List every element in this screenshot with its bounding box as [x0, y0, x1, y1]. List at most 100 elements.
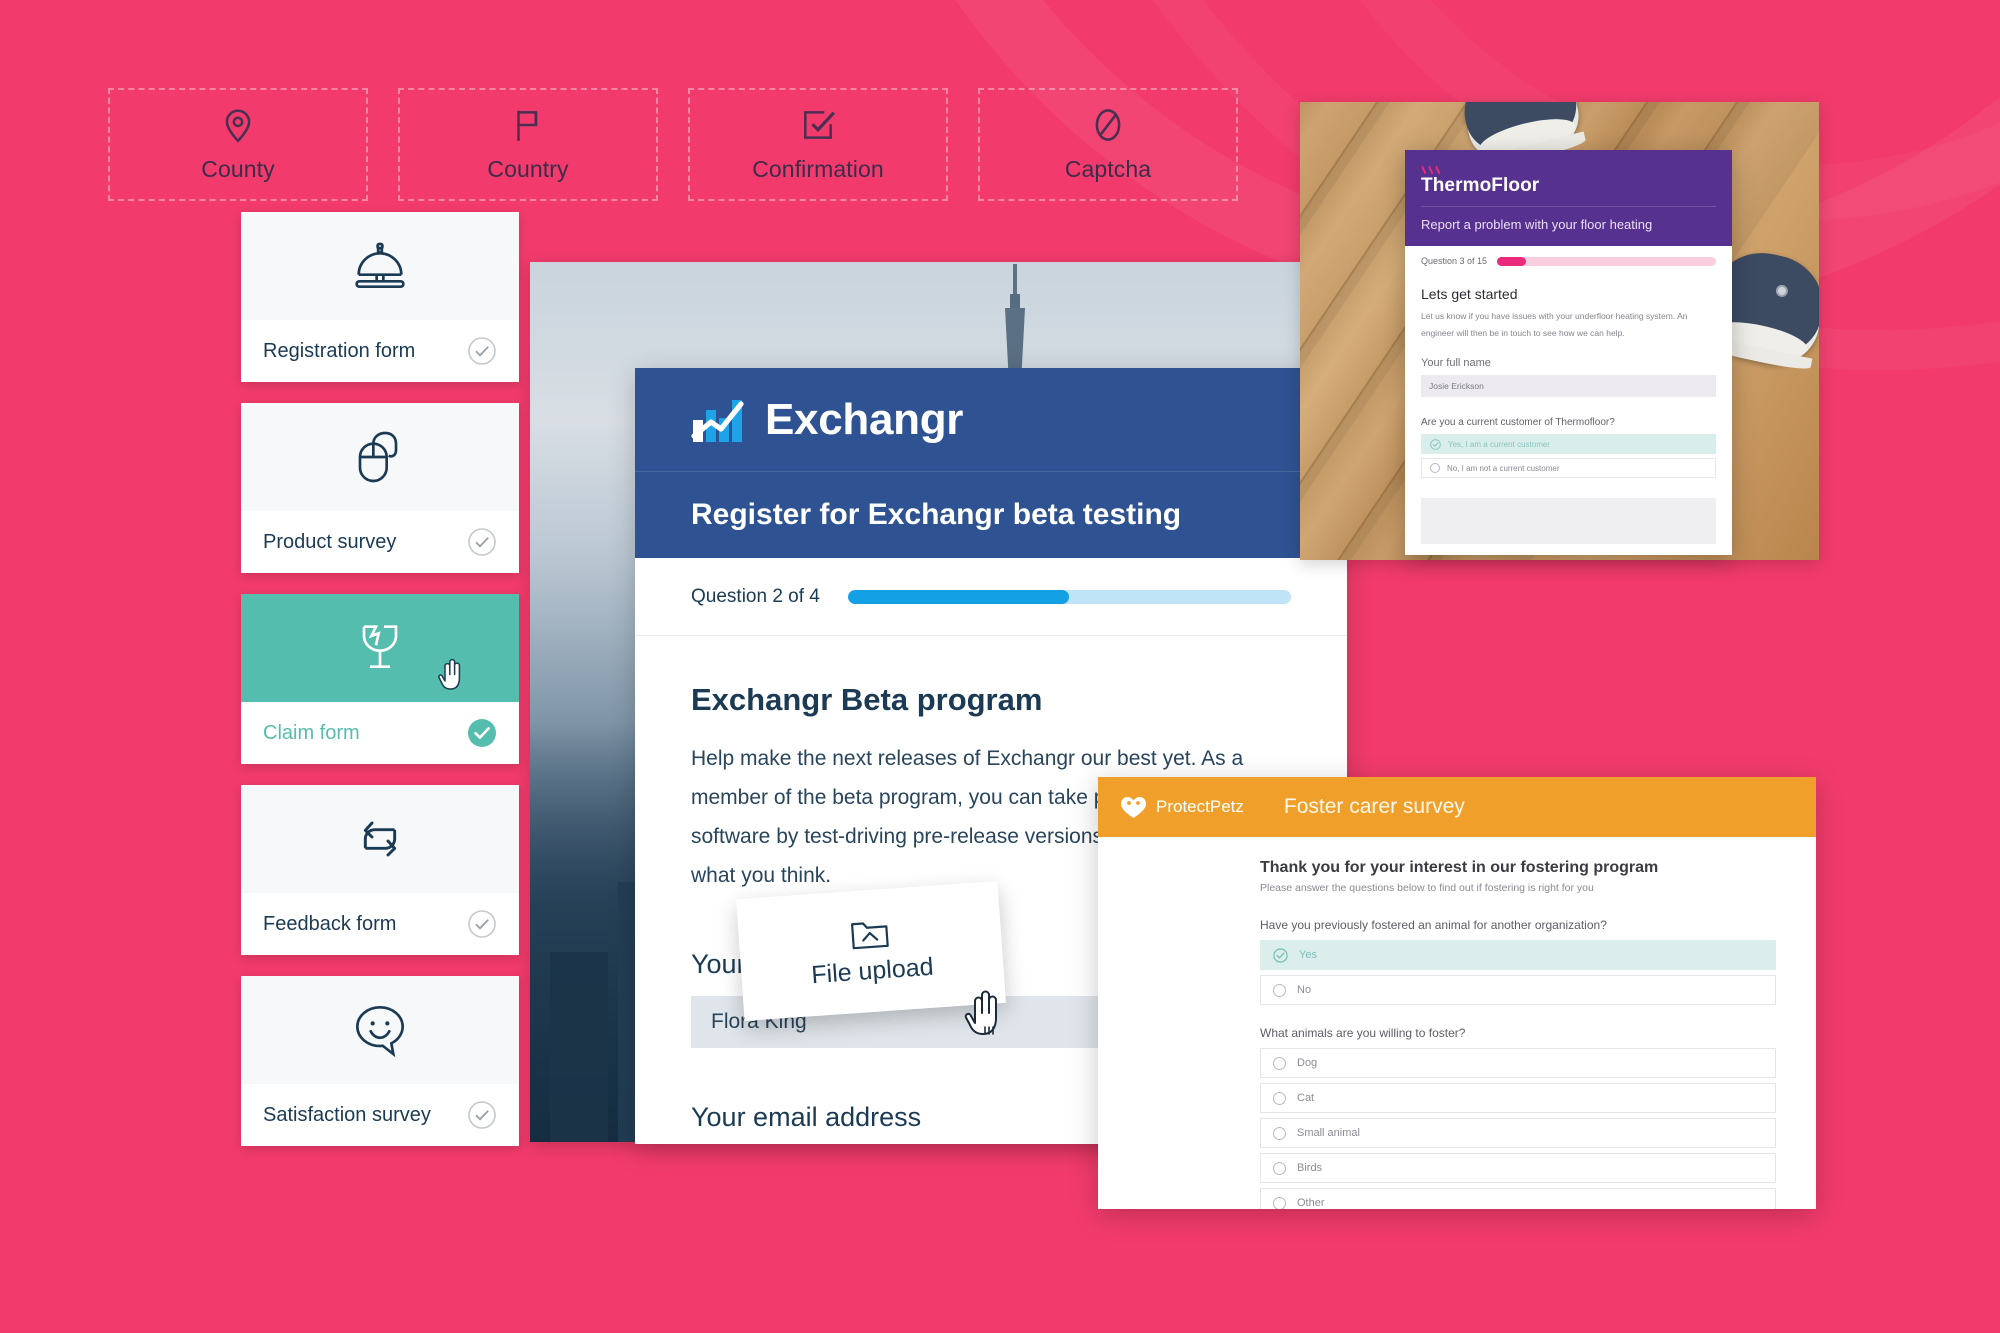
thermofloor-progress-row: Question 3 of 15: [1405, 246, 1732, 276]
exchangr-progress-row: Question 2 of 4: [635, 558, 1347, 636]
form-card-label: Registration form: [263, 339, 416, 362]
protectpetz-subheading: Please answer the questions below to fin…: [1260, 882, 1594, 894]
folder-upload-icon: [850, 921, 889, 949]
check-circle-outline-icon[interactable]: [467, 909, 497, 939]
field-tile-label: Confirmation: [752, 156, 884, 182]
flag-icon: [509, 106, 547, 144]
exchangr-subtitle: Register for Exchangr beta testing: [691, 498, 1182, 531]
thermofloor-subtitle: Report a problem with your floor heating: [1421, 206, 1716, 232]
exchangr-header: Exchangr Register for Exchangr beta test…: [635, 368, 1347, 558]
radio-unselected-icon: [1273, 983, 1286, 997]
radio-selected-icon: [1273, 947, 1288, 963]
check-circle-outline-icon[interactable]: [467, 1100, 497, 1130]
card-footer: Satisfaction survey: [241, 1084, 519, 1146]
exchangr-progress-bar: [847, 589, 1291, 604]
exchangr-brand-row: Exchangr: [635, 368, 1347, 472]
bar-chart-trend-icon: [691, 399, 744, 442]
checkbox-checked-icon: [799, 106, 837, 144]
smiley-chat-icon: [355, 1005, 405, 1058]
thermofloor-name-input[interactable]: Josie Erickson: [1421, 375, 1716, 398]
thermofloor-heading: Lets get started: [1421, 286, 1518, 302]
thermofloor-option-yes[interactable]: Yes, I am a current customer: [1421, 434, 1716, 455]
protectpetz-question-1: Have you previously fostered an animal f…: [1260, 918, 1607, 932]
card-artwork: [241, 212, 519, 320]
radio-unselected-icon: [1273, 1196, 1286, 1209]
radio-unselected-icon: [1273, 1091, 1286, 1105]
card-footer: Product survey: [241, 511, 519, 573]
protectpetz-logo: ProtectPetz: [1120, 795, 1244, 819]
form-card-claim-form[interactable]: Claim form: [241, 594, 519, 764]
form-card-label: Claim form: [263, 721, 360, 744]
card-artwork: [241, 785, 519, 893]
protectpetz-body: Thank you for your interest in our foste…: [1098, 837, 1816, 1209]
check-circle-outline-icon[interactable]: [467, 336, 497, 366]
computer-mouse-icon: [358, 431, 398, 483]
no-entry-circle-icon: [1089, 106, 1127, 144]
pointing-hand-cursor: [964, 990, 997, 1035]
protectpetz-q2-option-dog[interactable]: Dog: [1260, 1048, 1776, 1078]
card-footer: Registration form: [241, 320, 519, 382]
file-upload-label: File upload: [810, 952, 935, 989]
thermofloor-brand-name: ThermoFloor: [1421, 175, 1540, 196]
field-type-tiles: County Country Confirmation Captcha: [108, 88, 1238, 201]
protectpetz-option-label: Birds: [1297, 1162, 1323, 1174]
field-tile-county[interactable]: County: [108, 88, 368, 201]
exchangr-brand-name: Exchangr: [765, 394, 964, 444]
form-card-product-survey[interactable]: Product survey: [241, 403, 519, 573]
radio-selected-icon: [1430, 438, 1441, 450]
protectpetz-q2-option-other[interactable]: Other: [1260, 1188, 1776, 1209]
form-card-feedback-form[interactable]: Feedback form: [241, 785, 519, 955]
protectpetz-question-2: What animals are you willing to foster?: [1260, 1026, 1466, 1040]
field-tile-country[interactable]: Country: [398, 88, 658, 201]
protectpetz-header: ProtectPetz Foster carer survey: [1098, 777, 1816, 837]
pointing-hand-cursor: [438, 658, 461, 690]
check-circle-filled-icon[interactable]: [467, 718, 497, 748]
card-footer: Claim form: [241, 702, 519, 764]
protectpetz-option-label: Yes: [1299, 949, 1317, 961]
protectpetz-option-label: Small animal: [1297, 1127, 1360, 1139]
thermofloor-paragraph: Let us know if you have issues with your…: [1421, 311, 1688, 338]
protectpetz-brand-name: ProtectPetz: [1156, 797, 1244, 816]
heat-waves-icon: [1421, 166, 1440, 174]
form-card-label: Product survey: [263, 530, 397, 553]
pet-paw-heart-icon: [1121, 797, 1146, 818]
thermofloor-option-no[interactable]: No, I am not a current customer: [1421, 458, 1716, 479]
form-card-satisfaction-survey[interactable]: Satisfaction survey: [241, 976, 519, 1146]
exchangr-question-counter: Question 2 of 4: [691, 585, 820, 607]
thermofloor-progress-bar: [1497, 256, 1716, 266]
map-pin-icon: [219, 106, 257, 144]
protectpetz-option-label: Dog: [1297, 1057, 1318, 1069]
exchangr-subtitle-row: Register for Exchangr beta testing: [635, 472, 1347, 558]
field-tile-label: Captcha: [1064, 156, 1152, 182]
form-card-registration-form[interactable]: Registration form: [241, 212, 519, 382]
protectpetz-title: Foster carer survey: [1283, 795, 1465, 818]
protectpetz-option-label: No: [1297, 984, 1312, 996]
card-artwork: [241, 594, 519, 702]
check-circle-outline-icon[interactable]: [467, 527, 497, 557]
radio-unselected-icon: [1273, 1056, 1286, 1070]
service-bell-icon: [355, 242, 405, 288]
broken-glass-icon: [362, 625, 398, 668]
card-artwork: [241, 976, 519, 1084]
field-tile-label: Country: [487, 156, 569, 182]
form-template-card-list: Registration form Product survey Claim f…: [241, 212, 519, 1167]
protectpetz-q2-option-birds[interactable]: Birds: [1260, 1153, 1776, 1183]
refresh-loop-icon: [363, 821, 397, 857]
thermofloor-option-label: No, I am not a current customer: [1447, 463, 1560, 473]
protectpetz-q1-option-no[interactable]: No: [1260, 975, 1776, 1005]
protectpetz-heading: Thank you for your interest in our foste…: [1260, 859, 1659, 876]
card-footer: Feedback form: [241, 893, 519, 955]
protectpetz-option-label: Other: [1297, 1197, 1325, 1209]
radio-unselected-icon: [1273, 1161, 1286, 1175]
exchangr-heading: Exchangr Beta program: [691, 682, 1043, 717]
thermofloor-form-panel: ThermoFloor Report a problem with your f…: [1405, 150, 1732, 555]
thermofloor-placeholder-block: [1421, 498, 1716, 545]
field-tile-confirmation[interactable]: Confirmation: [688, 88, 948, 201]
protectpetz-option-label: Cat: [1297, 1092, 1315, 1104]
canvas: County Country Confirmation Captcha Regi…: [0, 0, 2000, 1333]
field-tile-captcha[interactable]: Captcha: [978, 88, 1238, 201]
protectpetz-q2-option-small-animal[interactable]: Small animal: [1260, 1118, 1776, 1148]
protectpetz-q2-option-cat[interactable]: Cat: [1260, 1083, 1776, 1113]
protectpetz-q1-option-yes[interactable]: Yes: [1260, 940, 1776, 970]
thermofloor-body: Lets get started Let us know if you have…: [1405, 276, 1732, 545]
